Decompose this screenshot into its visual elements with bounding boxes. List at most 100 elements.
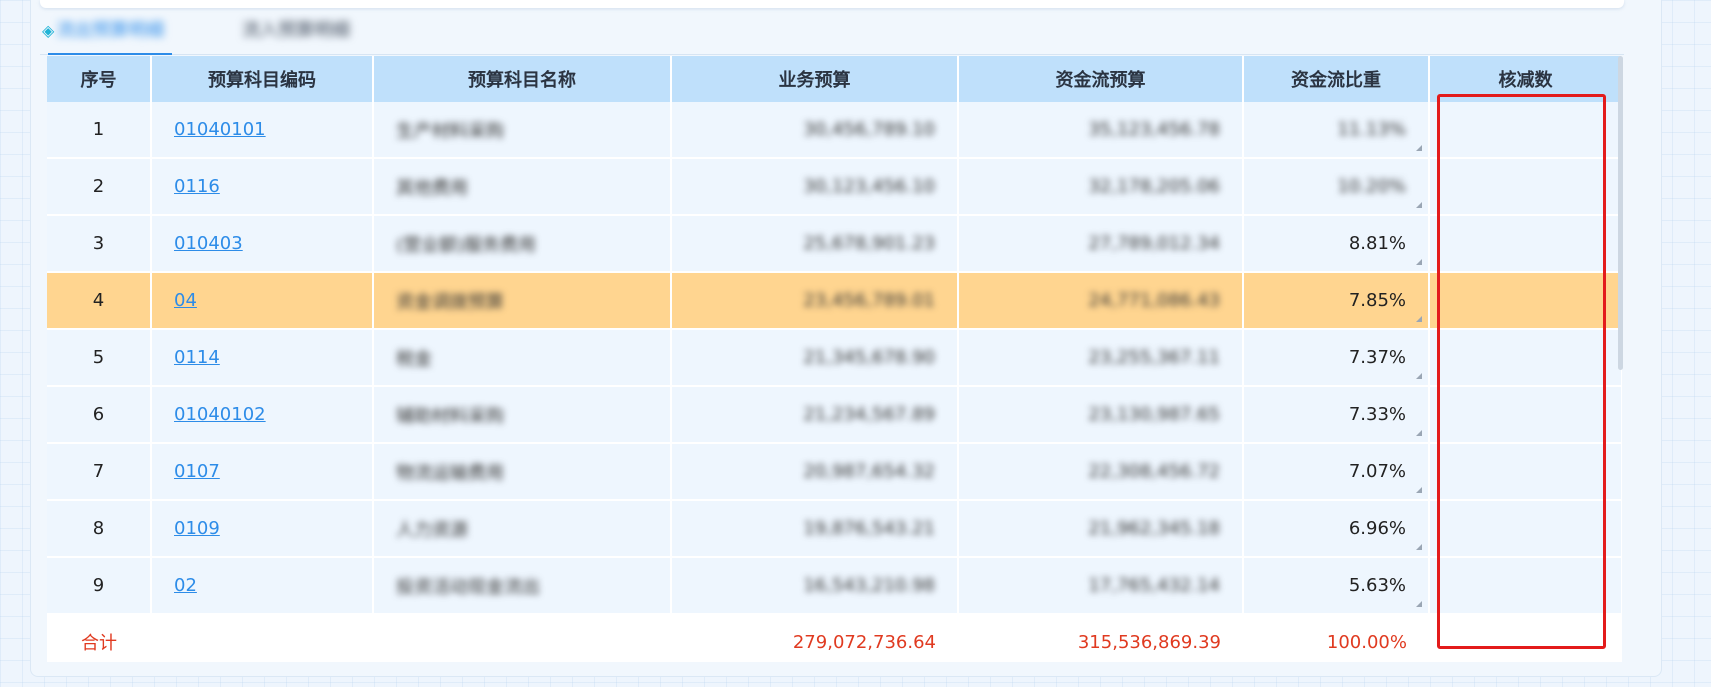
row-index: 9 <box>47 557 152 615</box>
table-row[interactable]: 5 0114 税金 21,345,678.90 23,255,367.11 7.37% <box>47 329 1622 387</box>
row-deduction-cell[interactable] <box>1429 443 1622 501</box>
row-cashflow-budget-cell: 32,178,205.06 <box>958 158 1244 216</box>
row-name: 其他费用 <box>396 177 468 199</box>
row-business-budget: 30,456,789.10 <box>803 119 935 140</box>
row-code-cell: 01040101 <box>151 102 374 159</box>
cell-corner-marker-icon <box>1416 202 1422 208</box>
row-deduction-cell[interactable] <box>1429 557 1622 615</box>
row-cashflow-ratio: 7.07% <box>1348 461 1406 482</box>
row-name: 人力资源 <box>396 519 468 541</box>
top-panel-edge <box>40 0 1624 8</box>
row-cashflow-ratio-cell: 7.07% <box>1243 443 1430 501</box>
total-row: 合计 279,072,736.64 315,536,869.39 100.00% <box>47 614 1622 662</box>
row-deduction-cell[interactable] <box>1429 500 1622 558</box>
row-cashflow-ratio: 10.20% <box>1337 176 1406 197</box>
row-code-cell: 0116 <box>151 158 374 216</box>
row-code-cell: 0107 <box>151 443 374 501</box>
total-deduction <box>1429 614 1622 662</box>
row-index: 1 <box>47 102 152 159</box>
row-cashflow-budget: 22,308,456.72 <box>1088 461 1220 482</box>
table-row[interactable]: 6 01040102 辅助材料采购 21,234,567.89 23,130,987.6… <box>47 386 1622 444</box>
row-cashflow-budget-cell: 35,123,456.78 <box>958 102 1244 159</box>
row-cashflow-ratio-cell: 7.33% <box>1243 386 1430 444</box>
row-code-cell: 0114 <box>151 329 374 387</box>
row-business-budget-cell: 21,345,678.90 <box>671 329 959 387</box>
row-deduction-cell[interactable] <box>1429 329 1622 387</box>
row-business-budget-cell: 16,543,210.98 <box>671 557 959 615</box>
cell-corner-marker-icon <box>1416 430 1422 436</box>
row-name-cell: (营业额)服务费用 <box>373 215 672 273</box>
row-name: 生产材料采购 <box>396 120 504 142</box>
cell-corner-marker-icon <box>1416 316 1422 322</box>
budget-table-container: 序号 预算科目编码 预算科目名称 业务预算 资金流预算 资金流比重 核减数 10… <box>47 56 1622 662</box>
total-empty-cell <box>151 614 373 662</box>
row-code-cell: 0109 <box>151 500 374 558</box>
table-row[interactable]: 7 0107 物流运输费用 20,987,654.32 22,308,456.72 7.0… <box>47 443 1622 501</box>
total-label: 合计 <box>47 614 151 662</box>
row-code-link[interactable]: 01040102 <box>174 404 266 425</box>
row-deduction-cell[interactable] <box>1429 272 1622 330</box>
row-business-budget: 25,678,901.23 <box>803 233 935 254</box>
tab-label: 流入预算明细 <box>242 20 350 41</box>
row-name: 投资活动现金流出 <box>396 576 540 598</box>
row-code-link[interactable]: 010403 <box>174 233 243 254</box>
row-code-link[interactable]: 04 <box>174 290 197 311</box>
row-cashflow-ratio: 6.96% <box>1348 518 1406 539</box>
table-row[interactable]: 3 010403 (营业额)服务费用 25,678,901.23 27,789,012.… <box>47 215 1622 273</box>
header-cashflow-ratio: 资金流比重 <box>1243 56 1430 102</box>
total-cashflow-ratio: 100.00% <box>1243 614 1429 662</box>
row-cashflow-budget: 27,789,012.34 <box>1088 233 1220 254</box>
tab-inflow-detail[interactable]: 流入预算明细 <box>242 16 350 50</box>
tab-outflow-detail[interactable]: ◈ 流出预算明细 <box>42 16 173 55</box>
row-cashflow-ratio: 5.63% <box>1348 575 1406 596</box>
row-cashflow-ratio-cell: 8.81% <box>1243 215 1430 273</box>
row-code-link[interactable]: 0109 <box>174 518 220 539</box>
row-cashflow-budget-cell: 17,765,432.14 <box>958 557 1244 615</box>
budget-table: 序号 预算科目编码 预算科目名称 业务预算 资金流预算 资金流比重 核减数 10… <box>47 56 1622 662</box>
row-business-budget: 21,345,678.90 <box>803 347 935 368</box>
total-business-budget: 279,072,736.64 <box>671 614 958 662</box>
row-deduction-cell[interactable] <box>1429 215 1622 273</box>
row-index: 5 <box>47 329 152 387</box>
header-name: 预算科目名称 <box>373 56 672 102</box>
row-name-cell: 其他费用 <box>373 158 672 216</box>
row-code-cell: 02 <box>151 557 374 615</box>
row-deduction-cell[interactable] <box>1429 102 1622 159</box>
table-scrollbar[interactable] <box>1618 56 1623 370</box>
row-index: 2 <box>47 158 152 216</box>
table-row[interactable]: 9 02 投资活动现金流出 16,543,210.98 17,765,432.14 5.6… <box>47 557 1622 615</box>
row-business-budget-cell: 23,456,789.01 <box>671 272 959 330</box>
table-row[interactable]: 8 0109 人力资源 19,876,543.21 21,962,345.18 6.96% <box>47 500 1622 558</box>
row-deduction-cell[interactable] <box>1429 386 1622 444</box>
row-business-budget: 23,456,789.01 <box>803 290 935 311</box>
row-code-link[interactable]: 01040101 <box>174 119 266 140</box>
table-row[interactable]: 4 04 资金调拨预算 23,456,789.01 24,771,086.43 7.85% <box>47 272 1622 330</box>
table-row[interactable]: 2 0116 其他费用 30,123,456.10 32,178,205.06 10.20… <box>47 158 1622 216</box>
table-row[interactable]: 1 01040101 生产材料采购 30,456,789.10 35,123,456.7… <box>47 102 1622 159</box>
row-code-cell: 01040102 <box>151 386 374 444</box>
header-code: 预算科目编码 <box>151 56 374 102</box>
row-cashflow-ratio-cell: 10.20% <box>1243 158 1430 216</box>
row-index: 3 <box>47 215 152 273</box>
row-cashflow-budget-cell: 23,130,987.65 <box>958 386 1244 444</box>
cell-corner-marker-icon <box>1416 373 1422 379</box>
row-code-link[interactable]: 0114 <box>174 347 220 368</box>
row-code-link[interactable]: 0107 <box>174 461 220 482</box>
row-deduction-cell[interactable] <box>1429 158 1622 216</box>
row-cashflow-ratio-cell: 7.85% <box>1243 272 1430 330</box>
row-cashflow-budget-cell: 21,962,345.18 <box>958 500 1244 558</box>
row-cashflow-budget-cell: 23,255,367.11 <box>958 329 1244 387</box>
cell-corner-marker-icon <box>1416 544 1422 550</box>
row-code-link[interactable]: 02 <box>174 575 197 596</box>
table-header-row: 序号 预算科目编码 预算科目名称 业务预算 资金流预算 资金流比重 核减数 <box>47 56 1622 102</box>
row-cashflow-budget: 35,123,456.78 <box>1088 119 1220 140</box>
cell-corner-marker-icon <box>1416 487 1422 493</box>
row-cashflow-ratio: 7.33% <box>1348 404 1406 425</box>
row-business-budget: 30,123,456.10 <box>803 176 935 197</box>
row-code-link[interactable]: 0116 <box>174 176 220 197</box>
row-name-cell: 生产材料采购 <box>373 102 672 159</box>
row-code-cell: 010403 <box>151 215 374 273</box>
row-business-budget-cell: 30,456,789.10 <box>671 102 959 159</box>
row-cashflow-ratio-cell: 11.13% <box>1243 102 1430 159</box>
row-cashflow-ratio: 7.37% <box>1348 347 1406 368</box>
